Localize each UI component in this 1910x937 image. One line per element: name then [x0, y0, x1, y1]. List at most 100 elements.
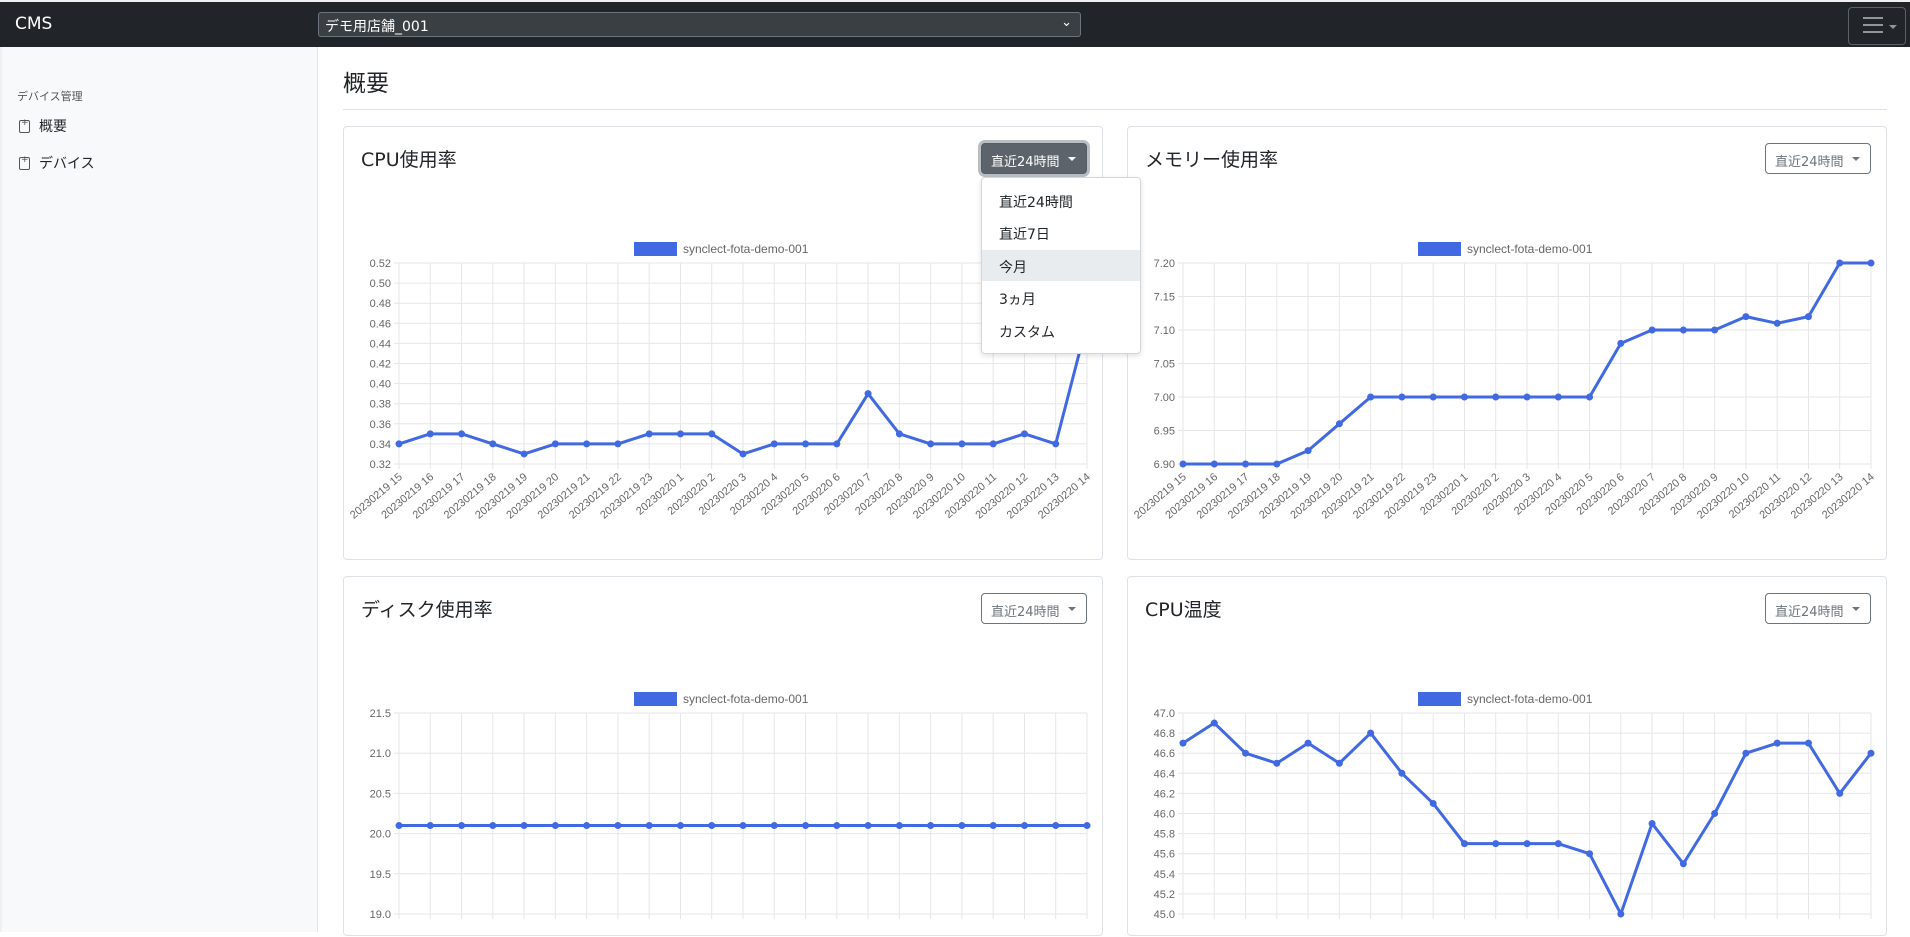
data-point [1335, 759, 1343, 767]
y-tick-label: 7.10 [1154, 325, 1175, 337]
y-tick-label: 0.42 [370, 359, 391, 371]
y-tick-label: 0.32 [370, 459, 391, 471]
data-point [1083, 822, 1091, 830]
range-dropdown-menu: 直近24時間 直近7日 今月 3ヵ月 カスタム [981, 177, 1141, 354]
data-point [989, 822, 997, 830]
data-point [802, 822, 810, 830]
hamburger-icon [1863, 17, 1883, 38]
y-tick-label: 7.15 [1154, 292, 1175, 304]
data-point [739, 822, 747, 830]
x-tick-label: 20230219 15 [348, 471, 405, 521]
data-point [676, 822, 684, 830]
data-point [1052, 440, 1060, 448]
brand-logo[interactable]: CMS [15, 14, 52, 34]
dropdown-item-custom[interactable]: カスタム [982, 315, 1140, 346]
data-point [551, 440, 559, 448]
dropdown-item-7d[interactable]: 直近7日 [982, 217, 1140, 248]
data-point [1179, 739, 1187, 747]
data-point [1867, 259, 1875, 267]
y-tick-label: 21.5 [370, 708, 391, 720]
data-point [489, 440, 497, 448]
data-point [1398, 393, 1406, 401]
data-point [1242, 749, 1250, 757]
data-point [551, 822, 559, 830]
dropdown-item-3-months[interactable]: 3ヵ月 [982, 282, 1140, 313]
data-point [1617, 339, 1625, 347]
data-point [1836, 789, 1844, 797]
sidebar-item-label: 概要 [39, 119, 67, 135]
data-point [1711, 326, 1719, 334]
y-tick-label: 7.05 [1154, 359, 1175, 371]
top-navbar: CMS デモ用店舗_001 ⌄ [0, 0, 1910, 47]
y-tick-label: 7.20 [1154, 258, 1175, 270]
data-point [1679, 326, 1687, 334]
file-plus-icon [19, 155, 30, 170]
data-point [1773, 319, 1781, 327]
data-point [1836, 259, 1844, 267]
data-point [927, 822, 935, 830]
data-point [458, 430, 466, 438]
sidebar: デバイス管理 概要 デバイス [0, 47, 318, 932]
y-tick-label: 6.90 [1154, 459, 1175, 471]
data-point [895, 822, 903, 830]
store-select-value: デモ用店舗_001 [325, 19, 429, 35]
data-point [1711, 810, 1719, 817]
y-tick-label: 45.2 [1154, 889, 1175, 901]
chart-legend: synclect-fota-demo-001 [634, 242, 809, 256]
data-point [1460, 393, 1468, 401]
data-point [1648, 326, 1656, 334]
data-point [1804, 739, 1812, 747]
store-select[interactable]: デモ用店舗_001 ⌄ [318, 12, 1081, 37]
data-point [489, 822, 497, 830]
y-tick-label: 21.0 [370, 748, 391, 760]
data-point [520, 822, 528, 830]
y-tick-label: 45.0 [1154, 909, 1175, 921]
data-point [1742, 313, 1750, 321]
data-point [520, 450, 528, 458]
sidebar-item-overview[interactable]: 概要 [19, 116, 67, 136]
data-point [958, 822, 966, 830]
legend-swatch [1418, 242, 1461, 256]
y-tick-label: 45.4 [1154, 869, 1175, 881]
data-point [583, 440, 591, 448]
cpu-temperature-card: CPU温度 直近24時間 45.0 45.2 45.4 45.6 45.8 46.0 46.… [1127, 576, 1887, 936]
data-point [739, 450, 747, 458]
data-point [1617, 910, 1625, 918]
y-tick-label: 20.5 [370, 788, 391, 800]
data-point [1492, 393, 1500, 401]
y-tick-label: 46.2 [1154, 788, 1175, 800]
data-point [458, 822, 466, 830]
chart-grid [1178, 712, 1872, 919]
cpu-temperature-chart: 45.0 45.2 45.4 45.6 45.8 46.0 46.2 46.4 46.6 46.8… [1154, 692, 1875, 921]
legend-swatch [1418, 692, 1461, 706]
data-point [583, 822, 591, 830]
chart-grid [1178, 262, 1872, 469]
legend-swatch [634, 692, 677, 706]
menu-toggle-button[interactable] [1848, 7, 1906, 45]
data-point [1273, 460, 1281, 468]
file-plus-icon [19, 118, 30, 133]
memory-usage-chart: 6.906.957.007.057.107.157.2020230219 152… [1132, 242, 1877, 522]
x-tick-label: 20230219 15 [1132, 471, 1189, 521]
sidebar-item-devices[interactable]: デバイス [19, 153, 95, 173]
legend-swatch [634, 242, 677, 256]
y-tick-label: 0.50 [370, 278, 391, 290]
data-point [1398, 769, 1406, 777]
data-point [1304, 739, 1312, 747]
y-tick-label: 20.0 [370, 829, 391, 841]
data-point [833, 822, 841, 830]
data-point [895, 430, 903, 438]
data-point [708, 430, 716, 438]
data-point [1210, 460, 1218, 468]
chart-legend: synclect-fota-demo-001 [1418, 692, 1593, 706]
dropdown-item-this-month[interactable]: 今月 [982, 250, 1140, 281]
data-point [614, 440, 622, 448]
data-point [645, 822, 653, 830]
dropdown-item-24h[interactable]: 直近24時間 [982, 185, 1140, 216]
memory-usage-card: メモリー使用率 直近24時間 6.90 6.95 7.00 7.05 7.10 7.15 7… [1127, 126, 1887, 560]
y-tick-label: 46.0 [1154, 809, 1175, 821]
chart-grid [394, 712, 1088, 919]
data-point [1020, 430, 1028, 438]
data-point [1210, 719, 1218, 727]
data-point [395, 440, 403, 448]
